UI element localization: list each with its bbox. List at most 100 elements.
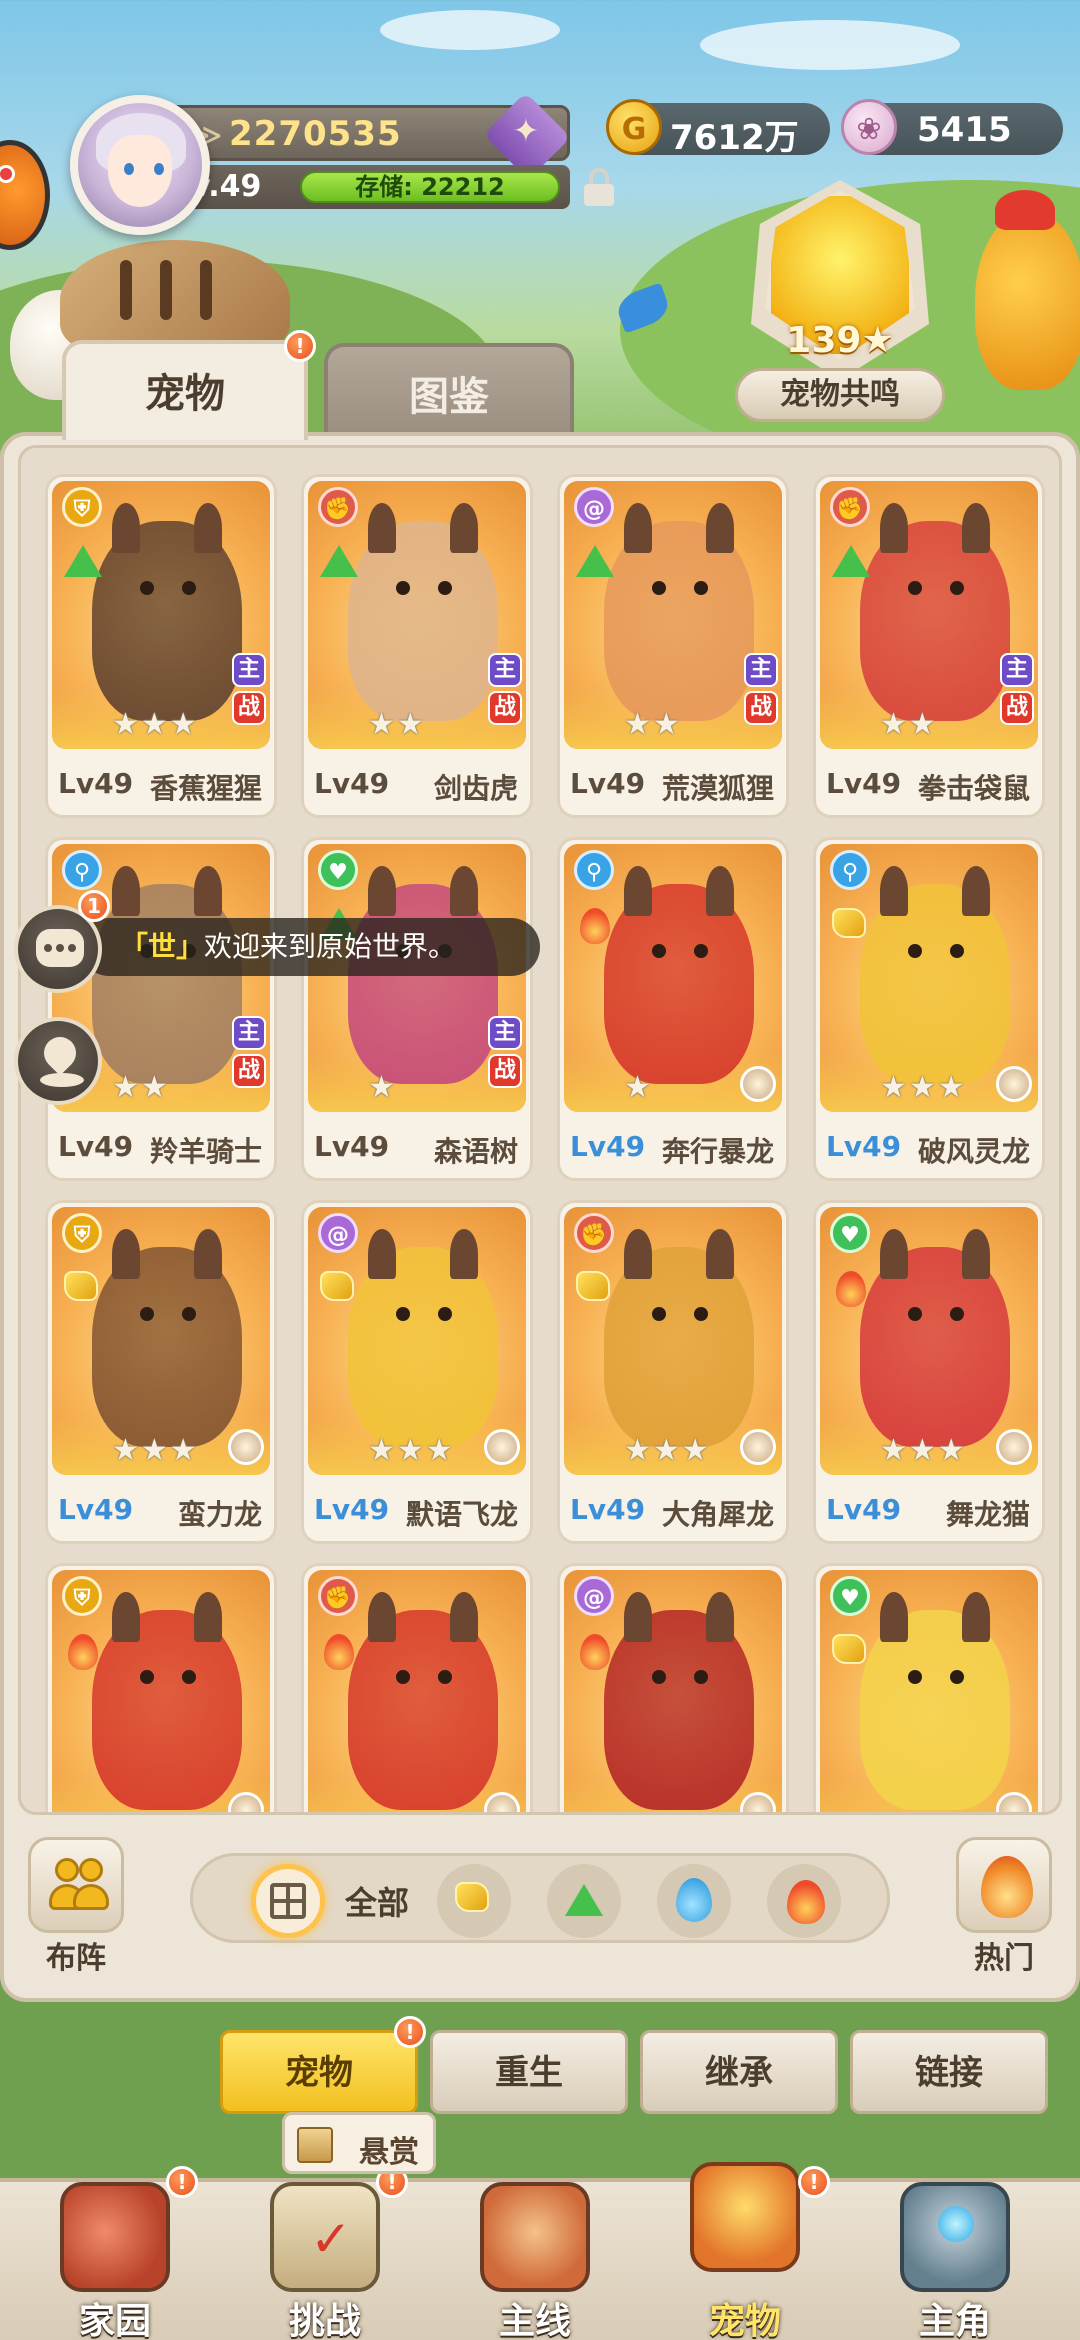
nav-challenge[interactable]: 挑战 <box>220 2182 420 2340</box>
pet-card[interactable]: ♥ ★★★ Lv49 舞龙猫 <box>813 1200 1045 1544</box>
lock-icon[interactable] <box>582 168 616 208</box>
star-rating: ★★ <box>368 707 426 742</box>
pet-card[interactable]: ⚲ 主战 ★★ Lv49 羚羊骑士 <box>45 837 277 1181</box>
fire-element-icon <box>832 1271 870 1307</box>
pet-creature-art <box>860 503 1010 721</box>
gold-amount: 7612万 <box>670 118 799 158</box>
gold-coin-icon: G <box>606 99 662 155</box>
hot-fire-icon <box>981 1856 1033 1918</box>
tab-pets[interactable]: 宠物 <box>62 340 308 440</box>
pet-level: Lv49 <box>826 1130 902 1163</box>
fire-element-icon <box>576 908 614 944</box>
nav-pets-label: 宠物 <box>708 2301 781 2340</box>
swirl-class-icon: @ <box>574 1576 614 1616</box>
fire-element-icon <box>64 1634 102 1670</box>
subtab-link[interactable]: 链接 <box>850 2030 1048 2114</box>
water-element-icon <box>676 1878 712 1922</box>
fist-class-icon: ✊ <box>318 487 358 527</box>
pet-creature-art <box>604 866 754 1084</box>
pet-card[interactable]: ✊ ★★★ Lv49 大角犀龙 <box>557 1200 789 1544</box>
dragon-pet-icon <box>690 2162 800 2272</box>
pet-resonance-button[interactable]: 139★ 宠物共鸣 <box>725 180 955 430</box>
shield-class-icon: ⛨ <box>62 1213 102 1253</box>
pet-creature-art <box>92 866 242 1084</box>
shell-icon: ❀ <box>841 99 897 155</box>
tab-codex[interactable]: 图鉴 <box>324 343 574 437</box>
pet-name-row: Lv49 拳击袋鼠 <box>816 753 1042 813</box>
pet-card[interactable]: @ <box>557 1563 789 1812</box>
pet-card[interactable]: ⚲ ★ Lv49 奔行暴龙 <box>557 837 789 1181</box>
pet-name: 蛮力龙 <box>177 1498 262 1531</box>
fist-class-icon: ✊ <box>318 1576 358 1616</box>
filter-grass-button[interactable] <box>547 1864 621 1938</box>
gold-currency[interactable]: G 7612万 <box>606 99 830 158</box>
chat-channel: 「世」 <box>120 930 205 963</box>
player-avatar[interactable] <box>70 95 210 235</box>
pet-name-row: Lv49 香蕉猩猩 <box>48 753 274 813</box>
map-location-button[interactable] <box>14 1017 102 1105</box>
chat-unread-badge: 1 <box>78 890 110 922</box>
pet-card[interactable]: ⛨ ★★★ Lv49 蛮力龙 <box>45 1200 277 1544</box>
pet-name-row: Lv49 大角犀龙 <box>560 1479 786 1539</box>
filter-fire-button[interactable] <box>767 1864 841 1938</box>
nav-home-badge: ! <box>166 2166 198 2198</box>
pet-creature-art <box>604 503 754 721</box>
bottom-navigation: 家园 挑战 主线 宠物 主角 <box>0 2162 1080 2340</box>
subtab-rebirth[interactable]: 重生 <box>430 2030 628 2114</box>
pet-card[interactable]: ⛨ 主战 ★★★ Lv49 香蕉猩猩 <box>45 474 277 818</box>
pet-card[interactable]: @ ★★★ Lv49 默语飞龙 <box>301 1200 533 1544</box>
storage-indicator: 存储: 22212 <box>300 171 560 203</box>
nav-main-quest[interactable]: 主线 <box>430 2182 630 2340</box>
shell-currency[interactable]: ❀ 5415 <box>841 99 1063 155</box>
subtab-inherit[interactable]: 继承 <box>640 2030 838 2114</box>
pet-creature-art <box>348 866 498 1084</box>
nav-pets-badge: ! <box>798 2166 830 2198</box>
chat-message: 欢迎来到原始世界。 <box>204 930 457 963</box>
swirl-class-icon: @ <box>574 487 614 527</box>
filter-rock-button[interactable] <box>437 1864 511 1938</box>
pet-name: 剑齿虎 <box>433 772 518 805</box>
pet-name: 舞龙猫 <box>945 1498 1030 1531</box>
pet-card[interactable]: ⛨ <box>45 1563 277 1812</box>
grass-element-icon <box>832 545 870 579</box>
pet-card[interactable]: @ 主战 ★★ Lv49 荒漠狐狸 <box>557 474 789 818</box>
bounty-button[interactable]: 悬赏 <box>282 2112 436 2174</box>
nav-pets[interactable]: 宠物 <box>640 2162 840 2340</box>
pet-card[interactable]: ✊ 主战 ★★ Lv49 拳击袋鼠 <box>813 474 1045 818</box>
pet-level: Lv49 <box>314 1130 390 1163</box>
pet-card[interactable]: ⚲ ★★★ Lv49 破风灵龙 <box>813 837 1045 1181</box>
formation-button[interactable] <box>28 1837 124 1933</box>
pet-level: Lv49 <box>570 1130 646 1163</box>
pet-card[interactable]: ✊ 主战 ★★ Lv49 剑齿虎 <box>301 474 533 818</box>
pet-card[interactable]: ♥ <box>813 1563 1045 1812</box>
rooster-decoration <box>975 190 1080 390</box>
main-tag: 主 <box>488 653 522 687</box>
star-rating: ★★★ <box>624 1433 711 1468</box>
pet-level: Lv49 <box>826 767 902 800</box>
pet-card[interactable]: ✊ <box>301 1563 533 1812</box>
pet-level: Lv49 <box>570 1493 646 1526</box>
pet-name: 荒漠狐狸 <box>661 772 774 805</box>
level-bar: Lv.49 存储: 22212 <box>160 165 570 209</box>
pet-name: 默语飞龙 <box>405 1498 518 1531</box>
pet-name-row: Lv49 羚羊骑士 <box>48 1116 274 1176</box>
subtab-pets[interactable]: 宠物 <box>220 2030 418 2114</box>
star-rating: ★★★ <box>880 1070 967 1105</box>
world-chat-bar[interactable]: 「世」欢迎来到原始世界。 <box>80 918 540 976</box>
main-tag: 主 <box>744 653 778 687</box>
fire-element-icon <box>576 1634 614 1670</box>
hot-button[interactable] <box>956 1837 1052 1933</box>
nav-hero[interactable]: 主角 <box>850 2182 1050 2340</box>
filter-water-button[interactable] <box>657 1864 731 1938</box>
grass-element-icon <box>576 545 614 579</box>
pet-creature-art <box>348 1592 498 1810</box>
pet-name-row: Lv49 森语树 <box>304 1116 530 1176</box>
filter-all-button[interactable] <box>251 1864 325 1938</box>
rock-element-icon <box>320 1271 358 1305</box>
grass-element-icon <box>320 545 358 579</box>
combat-power-bar: ⋙ 2270535 ✦ <box>160 92 571 180</box>
nav-home[interactable]: 家园 <box>10 2182 210 2340</box>
pet-card[interactable]: ♥ 主战 ★ Lv49 森语树 <box>301 837 533 1181</box>
pet-grid: ⛨ 主战 ★★★ Lv49 香蕉猩猩 ✊ 主战 ★★ Lv49 剑齿虎 @ 主战 ★★ Lv49 荒漠狐狸 ✊… <box>18 445 1062 1815</box>
heart-class-icon: ♥ <box>318 850 358 890</box>
